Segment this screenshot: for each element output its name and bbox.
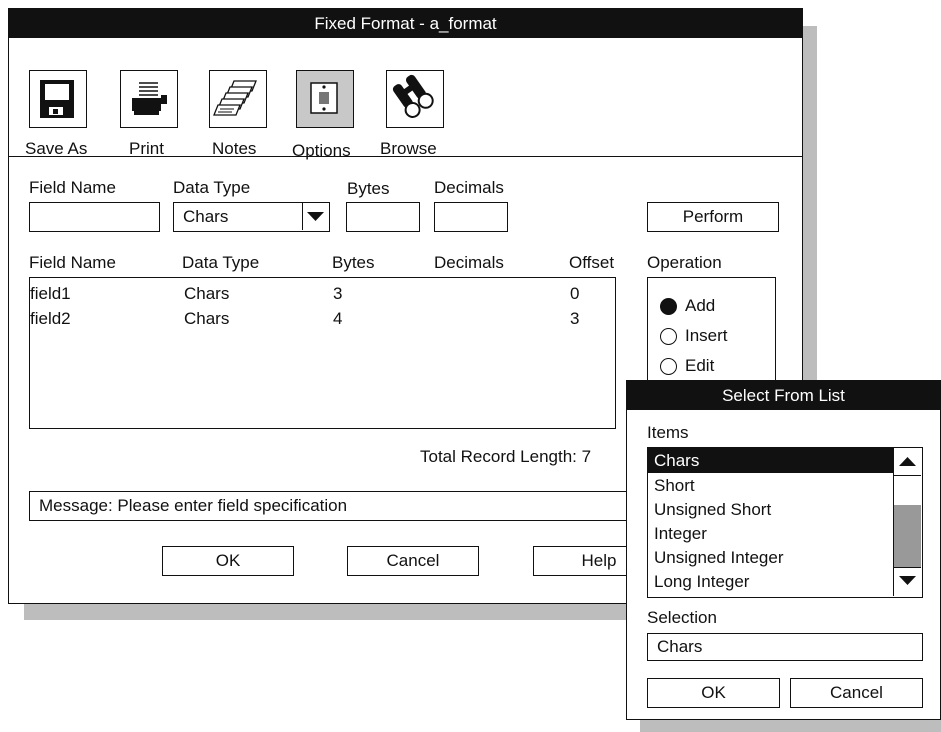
scroll-thumb[interactable] (894, 505, 921, 567)
options-button[interactable] (296, 70, 354, 128)
notes-button[interactable] (209, 70, 267, 128)
window-title[interactable]: Fixed Format - a_format (9, 9, 802, 38)
printer-icon (132, 82, 167, 115)
list-item[interactable]: Unsigned Short (648, 497, 771, 522)
radio-add-label: Add (685, 296, 716, 315)
select-dialog-title[interactable]: Select From List (627, 381, 940, 410)
perform-button[interactable]: Perform (647, 202, 779, 232)
col-header-decimals: Decimals (434, 253, 504, 272)
col-header-bytes: Bytes (332, 253, 375, 272)
cell-bytes: 3 (333, 284, 343, 303)
cancel-button[interactable]: Cancel (347, 546, 479, 576)
radio-add[interactable] (660, 298, 677, 315)
data-type-select[interactable]: Chars (173, 202, 330, 232)
items-listbox[interactable]: Chars Short Unsigned Short Integer Unsig… (647, 447, 923, 598)
field-name-input[interactable] (29, 202, 160, 232)
cell-bytes: 4 (333, 309, 343, 328)
radio-edit-label: Edit (685, 356, 715, 375)
col-header-field-name: Field Name (29, 253, 116, 272)
selection-input-value: Chars (657, 637, 703, 656)
cell-data-type: Chars (184, 284, 230, 303)
ok-button[interactable]: OK (162, 546, 294, 576)
total-record-length: Total Record Length: 7 (420, 447, 592, 466)
message-text: Message: Please enter field specificatio… (39, 496, 348, 515)
field-name-label: Field Name (29, 178, 116, 197)
floppy-disk-icon (40, 80, 74, 118)
scroll-down-button[interactable] (894, 567, 921, 595)
selection-label: Selection (647, 608, 717, 627)
cell-offset: 3 (570, 309, 580, 328)
select-from-list-dialog: Select From List Items Chars Short Unsig… (626, 380, 941, 720)
save-as-button[interactable] (29, 70, 87, 128)
list-item[interactable]: Short (648, 473, 695, 498)
cell-data-type: Chars (184, 309, 230, 328)
items-list: Chars Short Unsigned Short Integer Unsig… (648, 448, 893, 596)
cell-field-name: field1 (30, 284, 71, 303)
table-row[interactable]: field2 Chars 4 3 (30, 309, 614, 334)
list-item[interactable]: Unsigned Integer (648, 545, 783, 570)
list-item-selected[interactable]: Chars (648, 448, 893, 473)
items-label: Items (647, 423, 689, 442)
operation-label: Operation (647, 253, 722, 272)
list-item[interactable]: Integer (648, 521, 707, 546)
options-label: Options (292, 141, 351, 160)
items-scrollbar[interactable] (893, 448, 921, 596)
binoculars-icon (392, 74, 434, 118)
radio-edit[interactable] (660, 358, 677, 375)
table-row[interactable]: field1 Chars 3 0 (30, 284, 614, 309)
list-item[interactable]: Long Integer (648, 569, 749, 594)
toolbar: Save As Print Notes Options Browse (9, 38, 802, 160)
bytes-label: Bytes (347, 179, 390, 198)
cell-offset: 0 (570, 284, 580, 303)
triangle-down-icon (307, 212, 324, 221)
notes-stack-icon (213, 80, 257, 116)
selection-input[interactable]: Chars (647, 633, 923, 661)
cell-field-name: field2 (30, 309, 71, 328)
decimals-label: Decimals (434, 178, 504, 197)
data-type-dropdown-button[interactable] (302, 203, 329, 230)
triangle-down-icon (899, 576, 916, 585)
toolbar-divider (9, 156, 802, 157)
decimals-input[interactable] (434, 202, 508, 232)
options-panel-icon (310, 82, 338, 114)
print-button[interactable] (120, 70, 178, 128)
select-cancel-button[interactable]: Cancel (790, 678, 923, 708)
data-type-label: Data Type (173, 178, 251, 197)
select-ok-button[interactable]: OK (647, 678, 780, 708)
browse-button[interactable] (386, 70, 444, 128)
data-type-select-value: Chars (183, 207, 229, 226)
radio-insert[interactable] (660, 328, 677, 345)
col-header-offset: Offset (569, 253, 615, 272)
triangle-up-icon (899, 457, 916, 466)
scroll-up-button[interactable] (894, 448, 921, 476)
bytes-input[interactable] (346, 202, 420, 232)
radio-insert-label: Insert (685, 326, 728, 345)
fields-table[interactable]: field1 Chars 3 0 field2 Chars 4 3 (29, 277, 616, 429)
col-header-data-type: Data Type (182, 253, 260, 272)
